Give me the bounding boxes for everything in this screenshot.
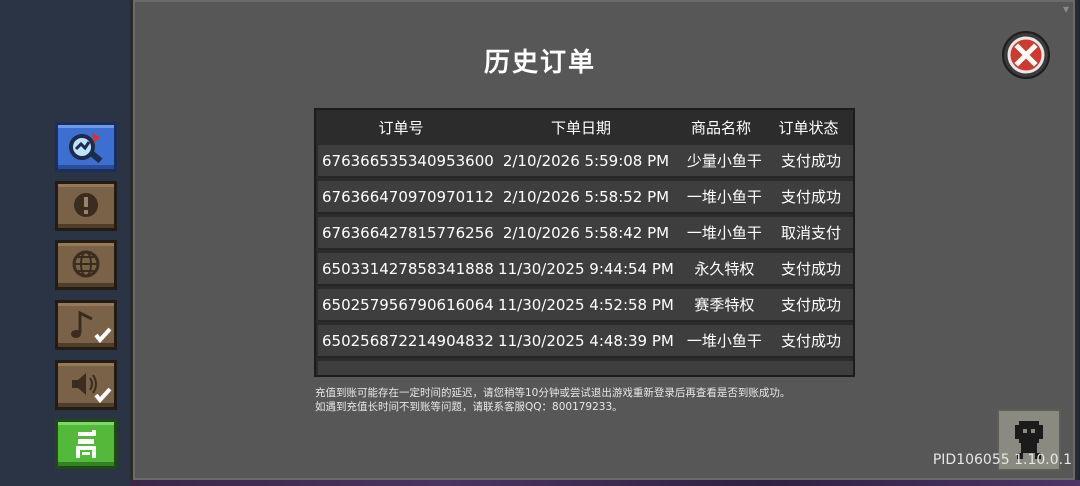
- table-row: 676366535340953600 2/10/2026 5:59:08 PM …: [318, 145, 853, 178]
- order-status-cell: 支付成功: [780, 188, 841, 206]
- globe-icon: [72, 250, 100, 278]
- sound-toggle-button[interactable]: [55, 360, 117, 410]
- header-order-id: 订单号: [378, 118, 424, 137]
- order-date-cell: 2/10/2026 5:59:08 PM: [502, 151, 670, 170]
- order-id-cell: 650256872214904832: [322, 331, 494, 350]
- order-id-cell: 676366470970970112: [322, 187, 494, 206]
- search-records-button[interactable]: [55, 122, 117, 172]
- product-name-cell: 永久特权: [694, 260, 755, 278]
- product-name-cell: 一堆小鱼干: [686, 332, 762, 350]
- order-table: 订单号 下单日期 商品名称 订单状态 676366535340953600 2/…: [314, 108, 855, 377]
- header-product-name: 商品名称: [690, 118, 751, 137]
- notice-line-2: 如遇到充值长时间不到账等问题，请联系客服QQ：800179233。: [315, 401, 623, 413]
- exclamation-icon: [74, 193, 98, 217]
- corner-decoration: ▾: [1062, 2, 1069, 16]
- header-order-date: 下单日期: [550, 118, 611, 137]
- table-row-empty: [318, 361, 853, 375]
- order-status-cell: 支付成功: [780, 152, 841, 170]
- exit-button[interactable]: [55, 419, 117, 469]
- order-date-cell: 11/30/2025 9:44:54 PM: [498, 259, 674, 278]
- order-date-cell: 11/30/2025 4:48:39 PM: [498, 331, 674, 350]
- recharge-notice: 充值到账可能存在一定时间的延迟，请您稍等10分钟或尝试退出游戏重新登录后再查看是…: [315, 386, 790, 414]
- table-row: 676366470970970112 2/10/2026 5:58:52 PM …: [318, 181, 853, 214]
- speaker-volume-icon: [72, 373, 112, 404]
- notice-line-1: 充值到账可能存在一定时间的延迟，请您稍等10分钟或尝试退出游戏重新登录后再查看是…: [315, 387, 791, 399]
- order-id-cell: 676366427815776256: [322, 223, 494, 242]
- order-date-cell: 11/30/2025 4:52:58 PM: [498, 295, 674, 314]
- table-header: 订单号 下单日期 商品名称 订单状态: [316, 110, 853, 144]
- close-button[interactable]: [1002, 31, 1050, 79]
- product-name-cell: 少量小鱼干: [686, 152, 762, 170]
- table-row: 676366427815776256 2/10/2026 5:58:42 PM …: [318, 217, 853, 250]
- language-button[interactable]: [55, 240, 117, 290]
- close-icon: [1007, 36, 1045, 74]
- order-date-cell: 2/10/2026 5:58:52 PM: [502, 187, 670, 206]
- table-row: 650331427858341888 11/30/2025 9:44:54 PM…: [318, 253, 853, 286]
- version-label: PID106055 1.10.0.1: [932, 452, 1072, 468]
- exit-icon: [76, 430, 96, 458]
- order-status-cell: 取消支付: [780, 224, 841, 242]
- order-status-cell: 支付成功: [780, 332, 841, 350]
- magnifier-search-icon: [69, 133, 103, 164]
- order-status-cell: 支付成功: [780, 296, 841, 314]
- order-id-cell: 676366535340953600: [322, 151, 494, 170]
- product-name-cell: 一堆小鱼干: [686, 224, 762, 242]
- order-status-cell: 支付成功: [780, 260, 841, 278]
- background-strip: [130, 480, 1080, 486]
- music-toggle-button[interactable]: [55, 300, 117, 350]
- product-name-cell: 一堆小鱼干: [686, 188, 762, 206]
- notice-button[interactable]: [55, 181, 117, 231]
- dialog-title: 历史订单: [483, 48, 596, 78]
- product-name-cell: 赛季特权: [694, 296, 755, 314]
- order-date-cell: 2/10/2026 5:58:42 PM: [502, 223, 670, 242]
- order-id-cell: 650257956790616064: [322, 295, 494, 314]
- table-row: 650257956790616064 11/30/2025 4:52:58 PM…: [318, 289, 853, 322]
- header-order-status: 订单状态: [778, 118, 839, 137]
- music-note-icon: [71, 310, 112, 344]
- table-row: 650256872214904832 11/30/2025 4:48:39 PM…: [318, 325, 853, 358]
- order-id-cell: 650331427858341888: [322, 259, 494, 278]
